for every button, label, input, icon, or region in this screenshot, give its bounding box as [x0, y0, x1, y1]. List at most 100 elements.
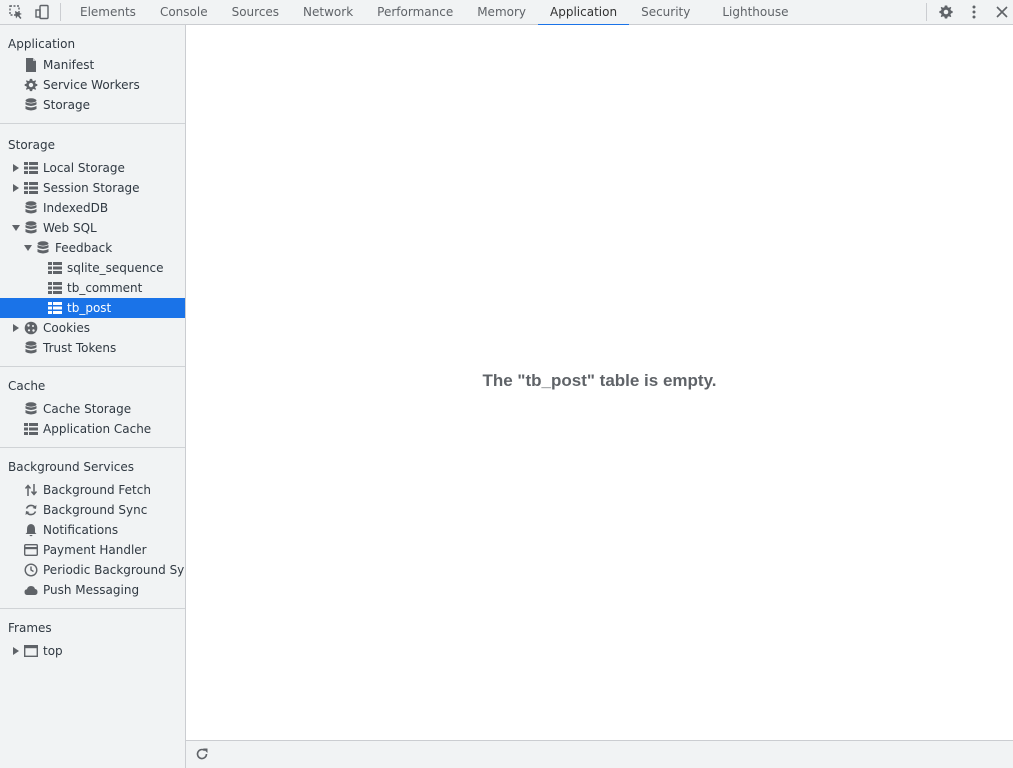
sidebar-section-cache: Cache Cache Storage Application Cache — [0, 366, 185, 447]
expand-arrow-icon[interactable] — [11, 178, 21, 198]
sidebar-item-frame-top[interactable]: top — [0, 641, 185, 661]
sidebar-item-label: sqlite_sequence — [67, 261, 164, 275]
tab-sources[interactable]: Sources — [220, 0, 291, 25]
sidebar-item-cookies[interactable]: Cookies — [0, 318, 185, 338]
sidebar-item-label: Cookies — [43, 321, 90, 335]
close-icon[interactable] — [992, 0, 1012, 24]
gear-icon[interactable] — [936, 0, 956, 24]
sidebar-item-storage[interactable]: Storage — [0, 95, 185, 115]
cookie-icon — [24, 318, 38, 338]
expand-arrow-icon[interactable] — [11, 641, 21, 661]
sidebar-item-periodic-background-sync[interactable]: Periodic Background Sync — [0, 560, 185, 580]
table-icon — [24, 178, 38, 198]
toolbar-divider — [926, 3, 927, 21]
tab-security[interactable]: Security — [629, 0, 710, 25]
sidebar-item-label: top — [43, 644, 63, 658]
sidebar-section-background-services: Background Services Background Fetch Bac… — [0, 447, 185, 608]
document-icon — [24, 55, 38, 75]
sidebar-item-label: Push Messaging — [43, 583, 140, 597]
section-title: Cache — [8, 379, 46, 393]
sidebar-section-frames: Frames top — [0, 608, 185, 669]
refresh-icon[interactable] — [194, 746, 210, 762]
tab-application[interactable]: Application — [538, 0, 630, 26]
sidebar-item-label: Notifications — [43, 523, 119, 537]
sidebar-item-payment-handler[interactable]: Payment Handler — [0, 540, 185, 560]
database-icon — [24, 218, 38, 238]
devtools-toolbar: Elements Console Sources Network Perform… — [0, 0, 1013, 26]
sidebar-item-push-messaging[interactable]: Push Messaging — [0, 580, 185, 600]
sidebar-item-label: Trust Tokens — [43, 341, 117, 355]
sidebar-item-manifest[interactable]: Manifest — [0, 55, 185, 75]
sidebar-item-trust-tokens[interactable]: Trust Tokens — [0, 338, 185, 358]
database-icon — [24, 95, 38, 115]
table-icon — [24, 419, 38, 439]
sidebar-item-label: Application Cache — [43, 422, 152, 436]
table-view: The "tb_post" table is empty. — [186, 25, 1013, 740]
sidebar-item-tb-comment[interactable]: tb_comment — [0, 278, 185, 298]
panel-tabs: Elements Console Sources Network Perform… — [68, 0, 801, 26]
table-icon — [24, 158, 38, 178]
section-title: Storage — [8, 138, 55, 152]
table-icon — [48, 258, 62, 278]
sidebar-item-label: Local Storage — [43, 161, 125, 175]
up-down-arrows-icon — [24, 480, 38, 500]
database-icon — [24, 338, 38, 358]
sidebar-item-session-storage[interactable]: Session Storage — [0, 178, 185, 198]
sidebar-item-label: Periodic Background Sync — [43, 563, 186, 577]
bell-icon — [24, 520, 38, 540]
sidebar-item-application-cache[interactable]: Application Cache — [0, 419, 185, 439]
sidebar-item-label: Web SQL — [43, 221, 97, 235]
sidebar-item-label: Background Sync — [43, 503, 148, 517]
sidebar-section-storage: Storage Local Storage Session Storage In… — [0, 123, 185, 366]
sidebar-item-service-workers[interactable]: Service Workers — [0, 75, 185, 95]
sidebar-item-feedback-db[interactable]: Feedback — [0, 238, 185, 258]
tab-memory[interactable]: Memory — [465, 0, 538, 25]
sidebar-item-local-storage[interactable]: Local Storage — [0, 158, 185, 178]
tab-performance[interactable]: Performance — [365, 0, 465, 25]
card-icon — [24, 540, 38, 560]
tab-console[interactable]: Console — [148, 0, 220, 25]
sidebar-item-web-sql[interactable]: Web SQL — [0, 218, 185, 238]
toolbar-divider — [60, 3, 61, 21]
collapse-arrow-icon[interactable] — [11, 218, 21, 238]
sidebar-item-notifications[interactable]: Notifications — [0, 520, 185, 540]
table-view-footer — [186, 740, 1013, 768]
sidebar-item-background-fetch[interactable]: Background Fetch — [0, 480, 185, 500]
sidebar-item-label: Background Fetch — [43, 483, 151, 497]
sidebar-item-label: Cache Storage — [43, 402, 132, 416]
collapse-arrow-icon[interactable] — [23, 238, 33, 258]
sidebar-item-tb-post[interactable]: tb_post — [0, 298, 185, 318]
sidebar-item-sqlite-sequence[interactable]: sqlite_sequence — [0, 258, 185, 278]
more-options-icon[interactable] — [964, 0, 984, 24]
expand-arrow-icon[interactable] — [11, 158, 21, 178]
sidebar-item-label: IndexedDB — [43, 201, 109, 215]
empty-table-message: The "tb_post" table is empty. — [482, 371, 717, 390]
section-title: Background Services — [8, 460, 135, 474]
inspect-element-icon[interactable] — [6, 0, 26, 24]
table-icon — [48, 278, 62, 298]
database-icon — [24, 198, 38, 218]
sidebar-section-application: Application Manifest Service Workers Sto… — [0, 25, 185, 123]
sync-icon — [24, 500, 38, 520]
tab-elements[interactable]: Elements — [68, 0, 148, 25]
database-icon — [24, 399, 38, 419]
tab-network[interactable]: Network — [291, 0, 365, 25]
database-icon — [36, 238, 50, 258]
sidebar-item-background-sync[interactable]: Background Sync — [0, 500, 185, 520]
sidebar-item-label: Feedback — [55, 241, 113, 255]
sidebar-item-cache-storage[interactable]: Cache Storage — [0, 399, 185, 419]
sidebar-item-label: Manifest — [43, 58, 95, 72]
application-sidebar: Application Manifest Service Workers Sto… — [0, 25, 186, 768]
section-title: Application — [8, 37, 76, 51]
gear-icon — [24, 75, 38, 95]
sidebar-item-indexeddb[interactable]: IndexedDB — [0, 198, 185, 218]
sidebar-item-label: Storage — [43, 98, 90, 112]
sidebar-item-label: Payment Handler — [43, 543, 147, 557]
expand-arrow-icon[interactable] — [11, 318, 21, 338]
tab-lighthouse[interactable]: Lighthouse — [710, 0, 800, 25]
device-toggle-icon[interactable] — [32, 0, 52, 24]
sidebar-item-label: Session Storage — [43, 181, 140, 195]
frame-icon — [24, 641, 38, 661]
sidebar-item-label: tb_comment — [67, 281, 143, 295]
sidebar-item-label: tb_post — [67, 301, 112, 315]
